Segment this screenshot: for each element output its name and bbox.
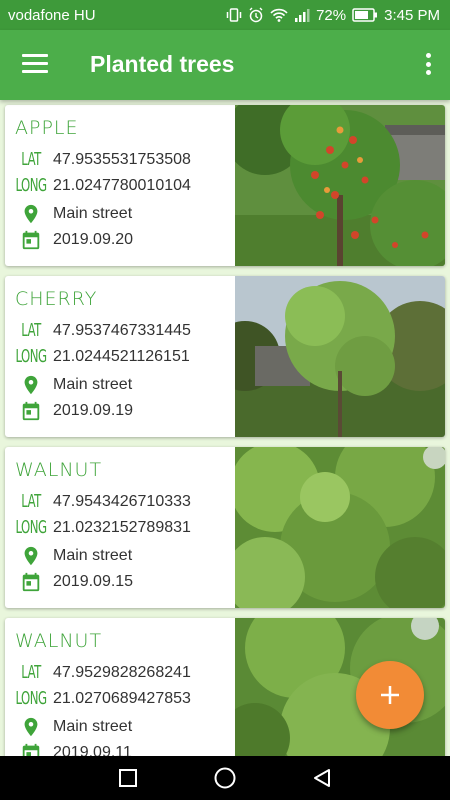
latitude-value: 47.9535531753508 [53,151,191,168]
location-pin-icon [17,203,45,225]
system-nav-bar [0,756,450,800]
long-label: LONG [15,175,47,197]
tree-list[interactable]: APPLE LAT 47.9535531753508 LONG 21.0247780… [0,100,450,756]
calendar-icon [17,742,45,756]
status-time: 3:45 PM [384,6,440,24]
plus-icon [381,686,399,704]
calendar-icon [17,400,45,422]
tree-name: WALNUT [15,630,103,652]
latitude-row: LAT 47.9543426710333 [17,491,191,513]
longitude-row: LONG 21.0247780010104 [15,175,191,197]
date-row: 2019.09.20 [17,229,133,251]
back-button[interactable] [302,758,342,798]
location-value: Main street [53,376,133,393]
circle-icon [214,767,236,789]
square-icon [119,769,138,787]
latitude-value: 47.9537467331445 [53,322,191,339]
date-row: 2019.09.15 [17,571,133,593]
date-value: 2019.09.15 [53,573,134,590]
date-row: 2019.09.11 [17,742,132,756]
add-tree-button[interactable] [356,661,424,729]
longitude-row: LONG 21.0232152789831 [15,517,191,539]
home-button[interactable] [205,758,245,798]
long-label: LONG [15,517,47,539]
hamburger-icon[interactable] [22,54,48,76]
lat-label: LAT [21,662,41,684]
lat-label: LAT [21,491,41,513]
vibrate-icon [226,8,242,22]
tree-name: APPLE [15,117,79,139]
apple-tree-photo [235,105,445,266]
longitude-value: 21.0232152789831 [53,519,191,536]
latitude-row: LAT 47.9537467331445 [17,320,191,342]
lat-label: LAT [21,320,41,342]
date-row: 2019.09.19 [17,400,133,422]
wifi-icon [270,8,288,22]
longitude-value: 21.0244521126151 [53,348,190,365]
alarm-icon [249,7,263,23]
calendar-icon [17,229,45,251]
longitude-value: 21.0270689427853 [53,690,191,707]
tree-name: WALNUT [15,459,103,481]
more-vert-icon[interactable] [422,53,434,79]
longitude-row: LONG 21.0270689427853 [15,688,191,710]
date-value: 2019.09.19 [53,402,134,419]
location-row: Main street [17,545,132,567]
location-row: Main street [17,716,132,738]
signal-icon [295,9,310,22]
location-row: Main street [17,374,132,396]
calendar-icon [17,571,45,593]
latitude-row: LAT 47.9535531753508 [17,149,191,171]
tree-name: CHERRY [15,288,98,310]
latitude-row: LAT 47.9529828268241 [17,662,191,684]
longitude-value: 21.0247780010104 [53,177,191,194]
tree-card[interactable]: WALNUT LAT 47.9543426710333 LONG 21.023215… [5,447,445,608]
location-pin-icon [17,545,45,567]
location-value: Main street [53,547,133,564]
carrier-name: vodafone HU [8,6,96,24]
battery-percent: 72% [316,6,347,24]
date-value: 2019.09.11 [53,744,132,756]
page-title: Planted trees [90,51,235,77]
app-bar: Planted trees [0,30,450,100]
location-row: Main street [17,203,132,225]
back-triangle-icon [313,769,330,787]
recents-button[interactable] [108,758,148,798]
date-value: 2019.09.20 [53,231,134,248]
long-label: LONG [15,346,47,368]
status-icons: 72% 3:45 PM [226,7,440,24]
location-pin-icon [17,374,45,396]
longitude-row: LONG 21.0244521126151 [15,346,190,368]
location-value: Main street [53,718,133,735]
tree-card[interactable]: APPLE LAT 47.9535531753508 LONG 21.0247780… [5,105,445,266]
status-bar: vodafone HU 72% 3:45 PM [0,0,450,30]
latitude-value: 47.9543426710333 [53,493,191,510]
lat-label: LAT [21,149,41,171]
walnut-tree-photo [235,447,445,608]
latitude-value: 47.9529828268241 [53,664,191,681]
location-pin-icon [17,716,45,738]
cherry-tree-photo [235,276,445,437]
battery-icon [352,8,378,22]
tree-card[interactable]: CHERRY LAT 47.9537467331445 LONG 21.024452… [5,276,445,437]
long-label: LONG [15,688,47,710]
location-value: Main street [53,205,133,222]
